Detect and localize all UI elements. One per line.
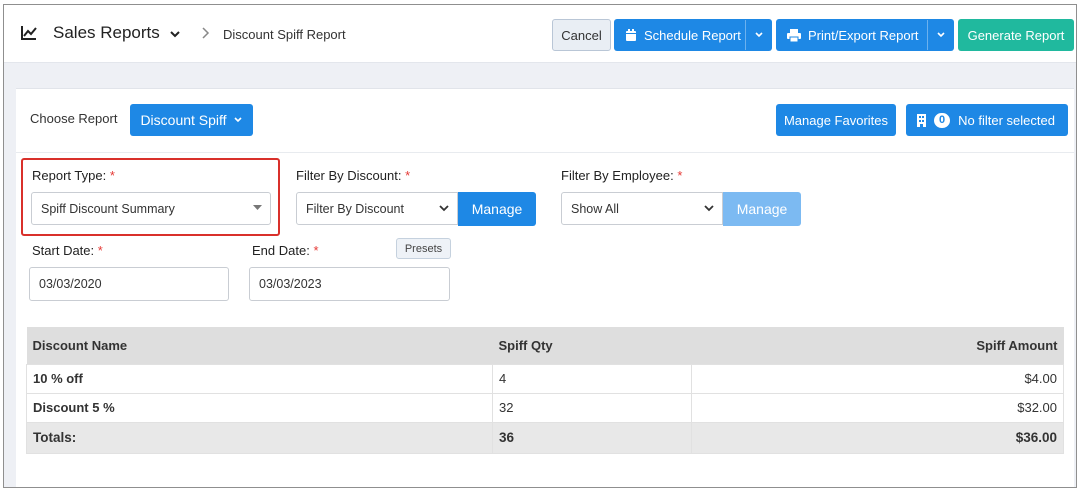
presets-button[interactable]: Presets: [396, 238, 451, 259]
discount-name-cell: 10 % off: [26, 363, 493, 394]
totals-qty: 36: [492, 421, 692, 454]
totals-amount: $36.00: [691, 421, 1064, 454]
generate-report-button[interactable]: Generate Report: [958, 19, 1074, 51]
chevron-down-icon: [704, 205, 714, 212]
required-mark: *: [109, 168, 115, 183]
spiff-qty-cell: 4: [492, 363, 692, 394]
breadcrumb: Discount Spiff Report: [223, 27, 346, 42]
schedule-report-main[interactable]: Schedule Report: [615, 20, 745, 50]
filter-status-label: No filter selected: [958, 112, 1055, 128]
spiff-amount-cell: $32.00: [691, 392, 1064, 423]
start-date-label-text: Start Date:: [32, 243, 95, 258]
chevron-down-icon[interactable]: [169, 28, 181, 40]
building-icon: [917, 113, 926, 127]
report-type-label: Report Type: *: [32, 168, 115, 183]
report-type-value: Spiff Discount Summary: [41, 201, 175, 216]
required-mark: *: [405, 168, 411, 183]
end-date-input[interactable]: 03/03/2023: [249, 267, 450, 301]
required-mark: *: [313, 243, 319, 258]
employee-filter-label-text: Filter By Employee:: [561, 168, 674, 183]
start-date-label: Start Date: *: [32, 243, 103, 258]
employee-filter-label: Filter By Employee: *: [561, 168, 682, 183]
report-panel: Choose Report Discount Spiff Manage Favo…: [16, 88, 1074, 487]
discount-filter-label-text: Filter By Discount:: [296, 168, 402, 183]
table-header-row: Discount Name Spiff Qty Spiff Amount: [26, 327, 1064, 364]
chevron-down-icon: [936, 32, 945, 38]
start-date-input[interactable]: 03/03/2020: [29, 267, 229, 301]
discount-filter-label: Filter By Discount: *: [296, 168, 410, 183]
print-export-label: Print/Export Report: [808, 27, 919, 43]
totals-label: Totals:: [26, 421, 493, 454]
cancel-button[interactable]: Cancel: [552, 19, 611, 51]
filter-status-button[interactable]: 0 No filter selected: [906, 104, 1068, 136]
divider: [16, 152, 1074, 153]
filter-count-badge: 0: [934, 112, 951, 128]
printer-icon: [787, 28, 801, 42]
end-date-label-text: End Date:: [252, 243, 310, 258]
discount-filter-select[interactable]: Filter By Discount: [296, 192, 458, 225]
chevron-down-icon: [754, 32, 763, 38]
discount-manage-button[interactable]: Manage: [458, 192, 536, 226]
calendar-icon: [626, 28, 636, 41]
report-table: Discount Name Spiff Qty Spiff Amount 10 …: [26, 327, 1064, 454]
employee-filter-value: Show All: [571, 201, 619, 216]
chevron-down-icon: [233, 117, 242, 123]
required-mark: *: [97, 243, 103, 258]
column-header[interactable]: Spiff Qty: [492, 327, 692, 364]
schedule-report-label: Schedule Report: [644, 27, 741, 43]
choose-report-label: Choose Report: [30, 111, 118, 126]
discount-filter-value: Filter By Discount: [306, 201, 404, 216]
employee-filter-select[interactable]: Show All: [561, 192, 723, 225]
print-export-button[interactable]: Print/Export Report: [776, 19, 954, 51]
spiff-amount-cell: $4.00: [691, 363, 1064, 394]
selected-report-label: Discount Spiff: [140, 112, 227, 128]
report-type-select[interactable]: Spiff Discount Summary: [31, 192, 271, 225]
report-type-label-text: Report Type:: [32, 168, 107, 183]
caret-down-icon: [253, 205, 262, 210]
chevron-right-icon: [202, 27, 210, 39]
end-date-label: End Date: *: [252, 243, 319, 258]
top-bar: Sales Reports Discount Spiff Report Canc…: [4, 5, 1076, 63]
manage-favorites-button[interactable]: Manage Favorites: [776, 104, 896, 136]
choose-report-dropdown[interactable]: Discount Spiff: [130, 104, 253, 136]
required-mark: *: [677, 168, 683, 183]
employee-manage-button[interactable]: Manage: [723, 192, 801, 226]
schedule-report-button[interactable]: Schedule Report: [614, 19, 772, 51]
table-row: 10 % off 4 $4.00: [26, 363, 1064, 394]
discount-name-cell: Discount 5 %: [26, 392, 493, 423]
spiff-qty-cell: 32: [492, 392, 692, 423]
schedule-report-dropdown[interactable]: [745, 20, 771, 50]
chevron-down-icon: [439, 205, 449, 212]
print-export-main[interactable]: Print/Export Report: [777, 20, 927, 50]
app-window: Sales Reports Discount Spiff Report Canc…: [3, 4, 1077, 488]
line-chart-icon: [21, 26, 37, 40]
column-header[interactable]: Discount Name: [26, 327, 493, 364]
table-row: Discount 5 % 32 $32.00: [26, 392, 1064, 423]
column-header[interactable]: Spiff Amount: [691, 327, 1064, 364]
print-export-dropdown[interactable]: [927, 20, 953, 50]
page-title[interactable]: Sales Reports: [53, 23, 160, 43]
totals-row: Totals: 36 $36.00: [26, 421, 1064, 454]
